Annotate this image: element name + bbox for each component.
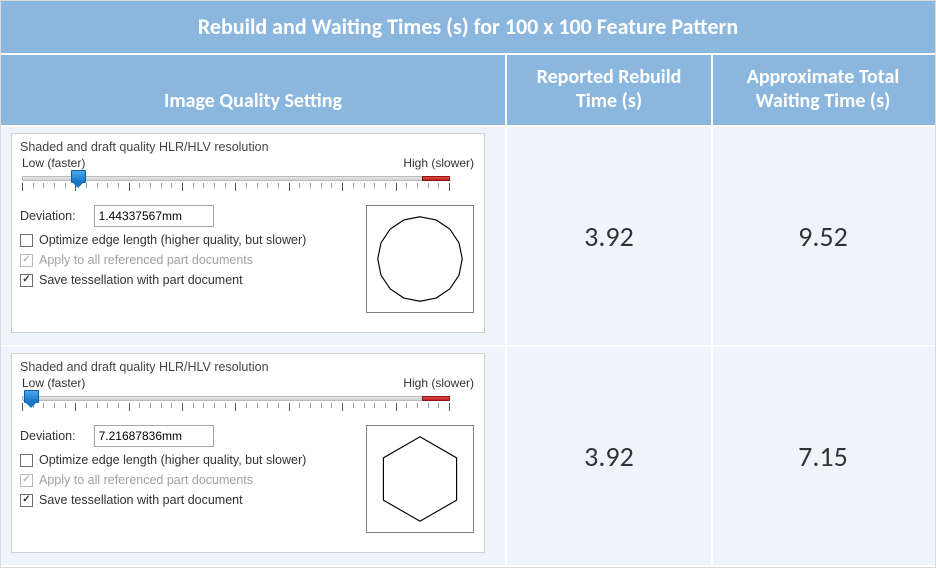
quality-slider[interactable] — [20, 391, 452, 415]
checkbox-icon — [20, 474, 33, 487]
table-row: Shaded and draft quality HLR/HLV resolut… — [1, 347, 935, 567]
waiting-time-value: 9.52 — [713, 127, 933, 345]
checkbox-icon — [20, 494, 33, 507]
save-tessellation-checkbox[interactable]: Save tessellation with part document — [20, 493, 354, 507]
slider-ticks — [22, 183, 450, 191]
slider-high-label: High (slower) — [403, 156, 474, 170]
slider-end-labels: Low (faster) High (slower) — [20, 376, 476, 390]
apply-to-all-checkbox: Apply to all referenced part documents — [20, 253, 354, 267]
checkbox-icon — [20, 274, 33, 287]
optimize-edge-length-checkbox[interactable]: Optimize edge length (higher quality, bu… — [20, 453, 354, 467]
table-title: Rebuild and Waiting Times (s) for 100 x … — [1, 1, 935, 55]
optimize-label: Optimize edge length (higher quality, bu… — [39, 453, 306, 467]
preview-polygon-icon — [372, 431, 468, 527]
slider-track — [22, 396, 450, 401]
apply-to-all-checkbox: Apply to all referenced part documents — [20, 473, 354, 487]
deviation-label: Deviation: — [20, 209, 76, 223]
checkbox-icon — [20, 454, 33, 467]
rebuild-time-value: 3.92 — [507, 347, 713, 565]
tessellation-preview — [366, 205, 474, 313]
panel-title: Shaded and draft quality HLR/HLV resolut… — [20, 360, 476, 374]
slider-track — [22, 176, 450, 181]
header-reported-rebuild-time: Reported Rebuild Time (s) — [507, 55, 713, 125]
save-label: Save tessellation with part document — [39, 273, 243, 287]
slider-track-high-zone — [422, 176, 450, 181]
slider-ticks — [22, 403, 450, 411]
checkbox-icon — [20, 234, 33, 247]
benchmark-table: Rebuild and Waiting Times (s) for 100 x … — [0, 0, 936, 568]
rebuild-time-value: 3.92 — [507, 127, 713, 345]
slider-end-labels: Low (faster) High (slower) — [20, 156, 476, 170]
deviation-label: Deviation: — [20, 429, 76, 443]
quality-slider[interactable] — [20, 171, 452, 195]
header-image-quality-setting: Image Quality Setting — [1, 55, 507, 125]
image-quality-panel: Shaded and draft quality HLR/HLV resolut… — [11, 133, 485, 333]
optimize-edge-length-checkbox[interactable]: Optimize edge length (higher quality, bu… — [20, 233, 354, 247]
settings-cell: Shaded and draft quality HLR/HLV resolut… — [1, 347, 507, 565]
slider-low-label: Low (faster) — [22, 156, 85, 170]
optimize-label: Optimize edge length (higher quality, bu… — [39, 233, 306, 247]
preview-polygon-icon — [372, 211, 468, 307]
slider-track-high-zone — [422, 396, 450, 401]
apply-label: Apply to all referenced part documents — [39, 253, 253, 267]
slider-high-label: High (slower) — [403, 376, 474, 390]
image-quality-panel: Shaded and draft quality HLR/HLV resolut… — [11, 353, 485, 553]
save-label: Save tessellation with part document — [39, 493, 243, 507]
deviation-input[interactable] — [94, 205, 214, 227]
slider-low-label: Low (faster) — [22, 376, 85, 390]
checkbox-icon — [20, 254, 33, 267]
waiting-time-value: 7.15 — [713, 347, 933, 565]
header-approx-total-waiting-time: Approximate Total Waiting Time (s) — [713, 55, 933, 125]
table-header-row: Image Quality Setting Reported Rebuild T… — [1, 55, 935, 127]
deviation-input[interactable] — [94, 425, 214, 447]
panel-title: Shaded and draft quality HLR/HLV resolut… — [20, 140, 476, 154]
tessellation-preview — [366, 425, 474, 533]
apply-label: Apply to all referenced part documents — [39, 473, 253, 487]
save-tessellation-checkbox[interactable]: Save tessellation with part document — [20, 273, 354, 287]
settings-cell: Shaded and draft quality HLR/HLV resolut… — [1, 127, 507, 345]
table-row: Shaded and draft quality HLR/HLV resolut… — [1, 127, 935, 347]
